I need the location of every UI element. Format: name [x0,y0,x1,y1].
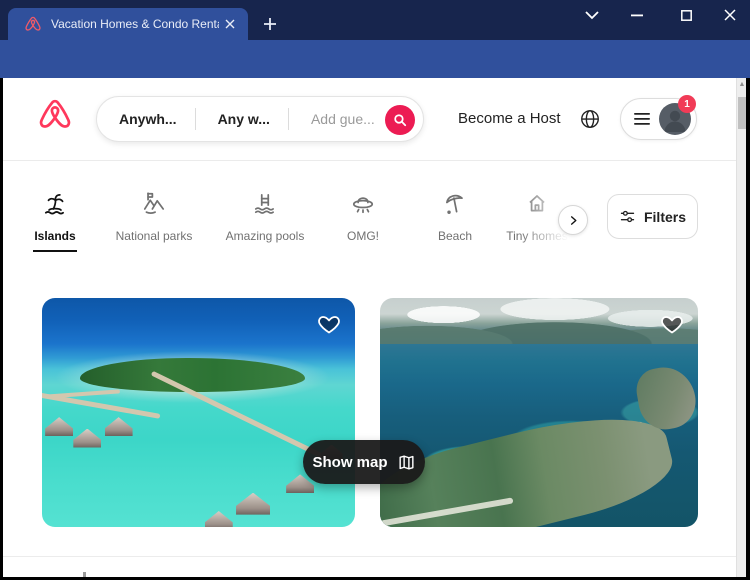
search-button[interactable] [385,105,415,135]
header-divider [3,160,736,161]
category-omg[interactable]: OMG! [313,190,413,243]
active-category-underline [33,250,77,252]
tab-title: Vacation Homes & Condo Rentals [51,17,219,31]
window-chevron-down-icon[interactable] [578,4,606,26]
filters-sliders-icon [619,208,636,225]
window-minimize-button[interactable] [623,4,651,26]
hamburger-menu-icon [634,113,650,125]
wishlist-heart-icon[interactable] [317,312,341,336]
search-add-guests[interactable]: Add gue... [289,111,381,127]
palm-island-icon [42,190,68,216]
browser-toolbar: https:// www.airbnb.com [0,40,750,78]
category-label: OMG! [313,229,413,243]
become-host-link[interactable]: Become a Host [458,110,561,127]
airbnb-page: Anywh... Any w... Add gue... Become a Ho… [3,78,736,577]
browser-titlebar: Vacation Homes & Condo Rentals [0,0,750,40]
pool-ladder-icon [252,190,278,216]
new-tab-button[interactable] [261,15,279,33]
category-label: Islands [5,229,105,243]
airbnb-favicon [25,16,41,33]
scrollbar-thumb[interactable] [738,97,746,129]
beach-umbrella-icon [442,190,468,216]
scrollbar-up-arrow[interactable]: ▲ [737,81,747,88]
search-pill[interactable]: Anywh... Any w... Add gue... [96,96,424,142]
categories-next-button[interactable] [558,205,588,235]
window-close-button[interactable] [716,4,744,26]
listing-card-overwater-island[interactable] [42,298,355,527]
category-islands[interactable]: Islands [5,190,105,243]
globe-icon[interactable] [579,108,601,130]
bungalow-decor [45,417,73,436]
tab-close-icon[interactable] [221,15,239,33]
search-any-week[interactable]: Any w... [196,111,288,127]
category-amazing-pools[interactable]: Amazing pools [215,190,315,243]
browser-tab[interactable]: Vacation Homes & Condo Rentals [8,8,248,40]
bungalow-decor [205,511,233,527]
category-label: National parks [104,229,204,243]
bungalow-decor [236,493,270,515]
vertical-scrollbar[interactable]: ▲ [736,78,746,577]
show-map-label: Show map [312,454,387,471]
bungalow-decor [105,417,133,436]
map-icon [397,453,416,472]
filters-label: Filters [644,209,686,225]
window-maximize-button[interactable] [672,4,700,26]
mountain-flag-icon [141,190,167,216]
footer-divider [3,556,736,557]
category-national-parks[interactable]: National parks [104,190,204,243]
category-label: Amazing pools [215,229,315,243]
notification-badge: 1 [678,95,696,113]
listing-card-island-ridge[interactable] [380,298,698,527]
airbnb-logo[interactable] [39,98,71,133]
search-anywhere[interactable]: Anywh... [97,111,195,127]
bungalow-decor [73,429,101,448]
filters-button[interactable]: Filters [607,194,698,239]
footer-tick [83,572,86,577]
show-map-button[interactable]: Show map [303,440,425,484]
wishlist-heart-icon[interactable] [660,312,684,336]
ufo-icon [350,190,376,216]
browser-window: Vacation Homes & Condo Rentals [0,0,750,580]
